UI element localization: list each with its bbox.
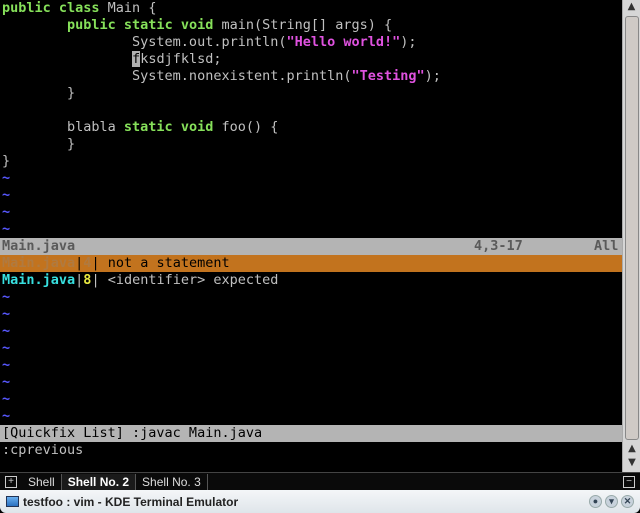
close-icon[interactable]: ✕	[621, 495, 634, 508]
code-token: "Hello world!"	[286, 34, 401, 50]
quickfix-message: not a statement	[107, 255, 230, 271]
tilde-line: ~	[2, 408, 11, 424]
separator: |	[91, 255, 108, 271]
code-token: static void	[123, 119, 214, 135]
quickfix-item[interactable]: Main.java|4| not a statement	[0, 255, 622, 272]
tilde-line: ~	[2, 340, 11, 356]
status-line: Main.java 4,3-17 All	[0, 238, 622, 255]
code-token: Main {	[99, 0, 157, 16]
code-token: public static void	[67, 17, 214, 33]
tilde-line: ~	[2, 289, 11, 305]
minimize-icon[interactable]: ▾	[605, 495, 618, 508]
code-token: "Testing"	[351, 68, 425, 84]
tilde-line: ~	[2, 187, 11, 203]
scrollbar-thumb[interactable]	[625, 16, 639, 440]
code-token: main(String[] args) {	[213, 17, 393, 33]
tilde-line: ~	[2, 357, 11, 373]
scroll-up-bottom-icon[interactable]: ▲	[623, 442, 640, 456]
tab-shell-2[interactable]: Shell No. 2	[61, 473, 137, 490]
scroll-down-icon[interactable]: ▼	[623, 456, 640, 470]
scroll-up-icon[interactable]: ▲	[623, 0, 640, 14]
tab-shell-1[interactable]: Shell	[22, 473, 62, 490]
scrollbar[interactable]: ▲ ▲ ▼	[622, 0, 640, 472]
tilde-line: ~	[2, 391, 11, 407]
cursor-position: 4,3-17	[474, 238, 523, 254]
code-token: foo() {	[213, 119, 279, 135]
code-token: }	[2, 136, 76, 152]
code-line: System.nonexistent.println("Testing");	[0, 68, 622, 85]
code-token: );	[400, 34, 417, 50]
code-line: }	[0, 85, 622, 102]
code-line: blabla static void foo() {	[0, 119, 622, 136]
code-token: }	[2, 153, 11, 169]
command-line[interactable]: :cprevious	[0, 442, 622, 459]
tab-shell-3[interactable]: Shell No. 3	[136, 473, 208, 490]
empty-lines-bottom: ~ ~ ~ ~ ~ ~ ~ ~	[0, 289, 622, 425]
tilde-line: ~	[2, 374, 11, 390]
code-token: }	[2, 85, 76, 101]
tilde-line: ~	[2, 204, 11, 220]
tilde-line: ~	[2, 170, 11, 186]
code-line: }	[0, 136, 622, 153]
close-tab-icon[interactable]: −	[623, 475, 635, 488]
code-line: System.out.println("Hello world!");	[0, 34, 622, 51]
window-title: testfoo : vim - KDE Terminal Emulator	[23, 494, 239, 509]
quickfix-message: <identifier> expected	[107, 272, 279, 288]
tilde-line: ~	[2, 221, 11, 237]
terminal-tab-bar: + Shell Shell No. 2 Shell No. 3 −	[0, 472, 640, 490]
quickfix-file: Main.java	[2, 272, 76, 288]
tilde-line: ~	[2, 323, 11, 339]
window-titlebar: testfoo : vim - KDE Terminal Emulator ● …	[0, 490, 640, 513]
editor-buffer[interactable]: public class Main { public static void m…	[0, 0, 622, 170]
status-filename: Main.java	[2, 238, 76, 254]
quickfix-file: Main.java	[2, 255, 76, 271]
text-cursor: f	[132, 51, 141, 67]
code-line: public class Main {	[0, 0, 622, 17]
tilde-line: ~	[2, 306, 11, 322]
quickfix-status-line: [Quickfix List] :javac Main.java	[0, 425, 622, 442]
code-line: public static void main(String[] args) {	[0, 17, 622, 34]
separator: |	[91, 272, 108, 288]
code-token: System.nonexistent.println(	[2, 68, 352, 84]
code-line: fksdjfklsd;	[0, 51, 622, 68]
terminal-screen[interactable]: public class Main { public static void m…	[0, 0, 622, 472]
empty-lines-top: ~ ~ ~ ~	[0, 170, 622, 238]
code-token: );	[424, 68, 441, 84]
scroll-position: All	[594, 238, 619, 254]
quickfix-list[interactable]: Main.java|4| not a statement Main.java|8|…	[0, 255, 622, 289]
quickfix-item[interactable]: Main.java|8| <identifier> expected	[0, 272, 622, 289]
code-token: blabla	[2, 119, 124, 135]
code-token: ksdjfklsd;	[140, 51, 222, 67]
code-token: public class	[2, 0, 100, 16]
terminal-app-icon	[6, 496, 19, 507]
new-tab-icon[interactable]: +	[5, 475, 17, 488]
code-token: System.out.println(	[2, 34, 287, 50]
code-line: }	[0, 153, 622, 170]
pin-icon[interactable]: ●	[589, 495, 602, 508]
